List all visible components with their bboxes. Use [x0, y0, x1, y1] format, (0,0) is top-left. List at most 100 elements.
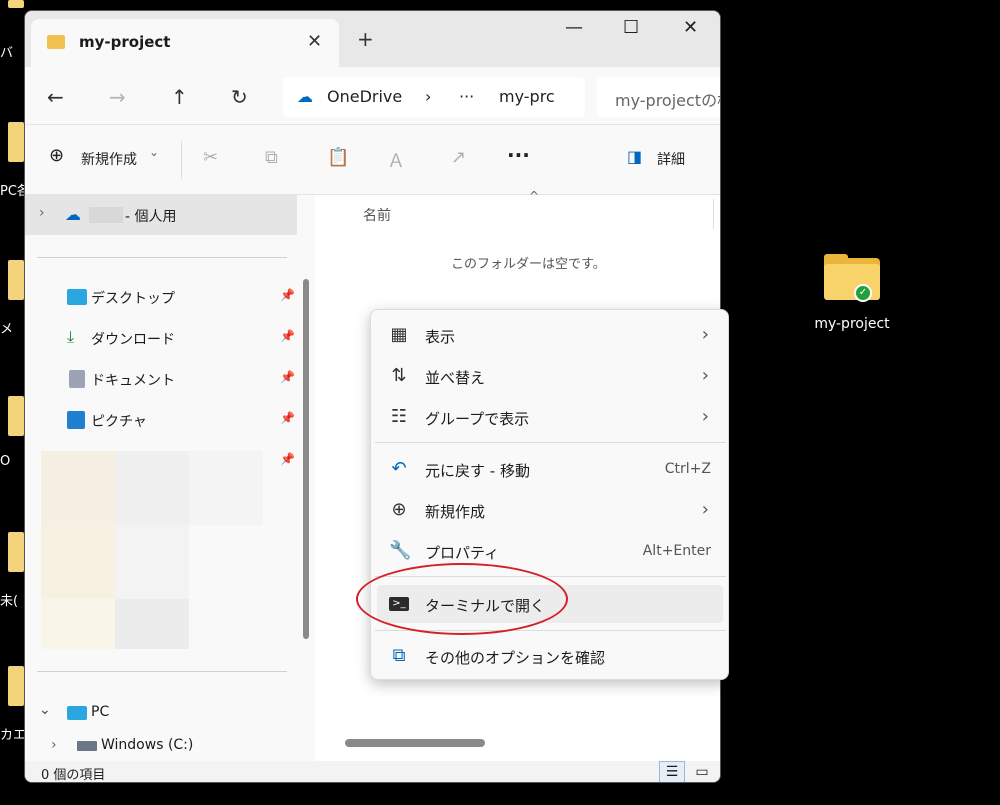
sidebar-scrollbar[interactable]: [303, 279, 309, 639]
group-icon: ☷: [390, 406, 408, 427]
copy-icon[interactable]: ⧉: [265, 147, 285, 168]
document-icon: [69, 370, 85, 388]
desktop-icon[interactable]: [8, 666, 24, 706]
address-bar[interactable]: ☁ OneDrive › ··· my-prc: [283, 77, 585, 117]
navigation-pane: › ☁ - 個人用 デスクトップ 📌 ⤓ ダウンロード 📌 ドキュメント 📌 ピ…: [25, 195, 315, 761]
folder-icon: [47, 35, 65, 49]
share-icon[interactable]: ↗: [451, 147, 471, 168]
search-box[interactable]: my-projectの検: [597, 77, 720, 117]
wrench-icon: 🔧: [389, 540, 412, 561]
desktop-icon: [67, 289, 87, 305]
menu-item-group-by[interactable]: ☷ グループで表示 ›: [377, 398, 723, 436]
pin-icon: 📌: [280, 288, 295, 302]
details-view-button[interactable]: ☰: [659, 761, 685, 782]
menu-item-undo[interactable]: ↶ 元に戻す - 移動 Ctrl+Z: [377, 450, 723, 488]
menu-item-label: プロパティ: [425, 544, 500, 562]
chevron-right-icon[interactable]: ›: [51, 737, 57, 753]
chevron-right-icon: ›: [701, 365, 709, 386]
menu-item-label: その他のオプションを確認: [425, 649, 606, 667]
sidebar-item-pc[interactable]: ⌄ PC: [25, 693, 297, 733]
title-bar: my-project ✕ + — ☐ ✕: [25, 11, 720, 67]
desktop-folder-my-project[interactable]: ✓ my-project: [812, 254, 892, 332]
sort-icon: ⇅: [391, 365, 407, 386]
sidebar-item-desktop[interactable]: デスクトップ 📌: [25, 277, 297, 317]
grid-icon: ▦: [390, 324, 408, 345]
sidebar-divider: [37, 257, 287, 258]
chevron-right-icon: ›: [701, 324, 709, 345]
menu-item-sort[interactable]: ⇅ 並べ替え ›: [377, 357, 723, 395]
chevron-down-icon[interactable]: ⌄: [149, 145, 159, 159]
download-icon: ⤓: [67, 327, 75, 346]
menu-divider: [375, 442, 726, 443]
search-placeholder: my-projectの検: [615, 91, 720, 110]
menu-shortcut: Alt+Enter: [642, 543, 711, 559]
tab-close-button[interactable]: ✕: [307, 31, 322, 52]
maximize-button[interactable]: ☐: [623, 17, 639, 38]
plus-circle-icon: ⊕: [391, 499, 407, 520]
sidebar-item-label: ピクチャ: [91, 414, 147, 430]
pc-icon: [67, 706, 87, 720]
highlight-ellipse: [356, 563, 568, 635]
open-external-icon: ⧉: [392, 645, 406, 666]
new-button[interactable]: 新規作成: [81, 149, 137, 169]
details-pane-icon[interactable]: ◨: [627, 147, 642, 166]
sidebar-item-pictures[interactable]: ピクチャ 📌: [25, 400, 297, 440]
sidebar-item-label: - 個人用: [125, 209, 177, 225]
more-options-button[interactable]: ···: [507, 143, 530, 167]
menu-item-more-options[interactable]: ⧉ その他のオプションを確認: [377, 637, 723, 675]
plus-circle-icon[interactable]: ⊕: [49, 145, 64, 166]
breadcrumb-onedrive[interactable]: OneDrive: [327, 87, 402, 106]
paste-icon[interactable]: 📋: [327, 147, 349, 168]
chevron-right-icon[interactable]: ›: [39, 205, 45, 221]
menu-item-new[interactable]: ⊕ 新規作成 ›: [377, 491, 723, 529]
column-header-name[interactable]: 名前: [363, 205, 391, 225]
sidebar-item-drive-c[interactable]: › Windows (C:): [25, 733, 297, 761]
minimize-button[interactable]: —: [565, 17, 583, 38]
desktop-icon[interactable]: [8, 396, 24, 436]
sidebar-item-label: ドキュメント: [91, 373, 175, 389]
details-button[interactable]: 詳細: [657, 149, 685, 169]
refresh-button[interactable]: ↻: [231, 85, 248, 109]
chevron-right-icon: ›: [701, 406, 709, 427]
desktop-icon[interactable]: [8, 532, 24, 572]
sidebar-item-onedrive[interactable]: › ☁ - 個人用: [25, 195, 297, 235]
cut-icon[interactable]: ✂: [203, 147, 223, 168]
forward-button[interactable]: →: [109, 85, 126, 109]
desktop-icon[interactable]: [8, 122, 24, 162]
chevron-down-icon[interactable]: ⌄: [39, 702, 51, 718]
back-button[interactable]: ←: [47, 85, 64, 109]
folder-icon: ✓: [824, 254, 880, 302]
drive-icon: [77, 741, 97, 751]
sidebar-item-downloads[interactable]: ⤓ ダウンロード 📌: [25, 318, 297, 358]
up-button[interactable]: ↑: [171, 85, 188, 109]
sidebar-item-label: Windows (C:): [101, 737, 194, 753]
sidebar-item-label: PC: [91, 704, 110, 720]
desktop-label: メ: [0, 322, 14, 337]
close-button[interactable]: ✕: [683, 17, 698, 38]
empty-folder-message: このフォルダーは空です。: [451, 257, 606, 272]
tiles-view-button[interactable]: ▭: [689, 761, 715, 782]
undo-icon: ↶: [391, 458, 407, 479]
breadcrumb-current[interactable]: my-prc: [499, 87, 555, 106]
menu-shortcut: Ctrl+Z: [664, 461, 711, 477]
toolbar-divider: [181, 141, 182, 179]
new-tab-button[interactable]: +: [357, 27, 374, 51]
sidebar-item-label: ダウンロード: [91, 332, 175, 348]
menu-item-label: 新規作成: [425, 503, 486, 521]
redacted-account-name: [89, 207, 123, 223]
menu-item-label: グループで表示: [425, 410, 530, 428]
horizontal-scrollbar[interactable]: [345, 739, 485, 747]
breadcrumb-more[interactable]: ···: [459, 87, 474, 106]
sidebar-item-documents[interactable]: ドキュメント 📌: [25, 359, 297, 399]
desktop-icon[interactable]: [8, 0, 24, 8]
desktop-icon[interactable]: [8, 260, 24, 300]
sync-check-icon: ✓: [854, 284, 872, 302]
column-divider: [713, 199, 714, 229]
desktop-label: O: [0, 454, 11, 469]
breadcrumb-separator[interactable]: ›: [425, 87, 431, 106]
menu-item-view[interactable]: ▦ 表示 ›: [377, 316, 723, 354]
menu-item-label: 並べ替え: [425, 369, 486, 387]
tab-my-project[interactable]: my-project ✕: [31, 19, 339, 67]
command-bar: ⊕ 新規作成 ⌄ ✂ ⧉ 📋 Ａ ↗ ··· ◨ 詳細: [25, 125, 720, 195]
rename-icon[interactable]: Ａ: [387, 147, 407, 172]
